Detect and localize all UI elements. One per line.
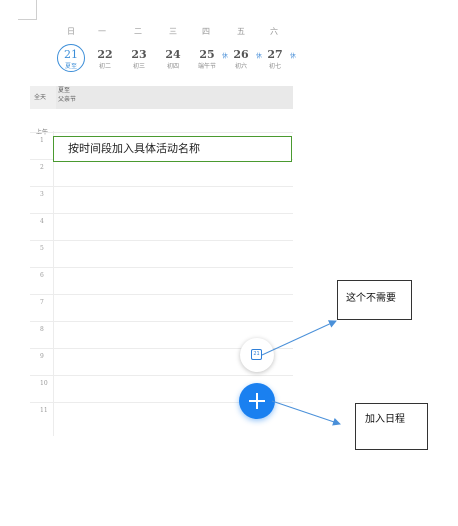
date-cell-23[interactable]: 23 初三 — [123, 48, 155, 71]
hour-label: 9 — [40, 353, 44, 360]
hour-slot[interactable]: 3 — [30, 186, 293, 213]
date-number: 24 — [165, 48, 181, 61]
note-text: 这个不需要 — [346, 293, 396, 304]
date-cell-27[interactable]: 27 休 初七 — [259, 48, 296, 71]
jump-to-today-button[interactable]: 21 — [240, 338, 274, 372]
hour-slot[interactable]: 6 — [30, 267, 293, 294]
hour-label: 8 — [40, 326, 44, 333]
weekday-thu: 四 — [202, 27, 210, 36]
date-number: 26 — [233, 48, 249, 61]
annotation-note-not-needed: 这个不需要 — [337, 280, 412, 320]
all-day-event[interactable]: 夏至 — [56, 86, 293, 95]
date-cell-21[interactable]: 21 夏至 — [55, 44, 87, 72]
hour-label: 3 — [40, 191, 44, 198]
holiday-badge: 休 — [289, 53, 296, 60]
date-cell-25[interactable]: 25 休 端午节 — [191, 48, 228, 71]
date-number: 25 — [199, 48, 215, 61]
hour-slot[interactable]: 7 — [30, 294, 293, 321]
date-number: 27 — [267, 48, 283, 61]
lunar-label: 初四 — [166, 63, 179, 70]
page-corner-mark — [18, 0, 37, 20]
weekday-sun: 日 — [67, 27, 75, 36]
hour-slot[interactable]: 5 — [30, 240, 293, 267]
date-number: 22 — [97, 48, 113, 61]
lunar-label: 初三 — [132, 63, 145, 70]
hour-slot[interactable]: 2 — [30, 159, 293, 186]
weekday-fri: 五 — [237, 27, 245, 36]
date-cell-22[interactable]: 22 初二 — [89, 48, 121, 71]
all-day-row[interactable]: 全天 夏至 父亲节 — [30, 86, 293, 109]
all-day-label: 全天 — [34, 94, 47, 101]
lunar-label: 初六 — [234, 63, 247, 70]
hour-label: 10 — [40, 380, 48, 387]
date-cell-24[interactable]: 24 初四 — [157, 48, 189, 71]
weekday-mon: 一 — [98, 27, 106, 36]
add-event-button[interactable] — [239, 383, 275, 419]
hour-label: 5 — [40, 245, 44, 252]
lunar-label: 初七 — [268, 63, 281, 70]
hour-slot[interactable]: 4 — [30, 213, 293, 240]
all-day-event[interactable]: 父亲节 — [56, 95, 293, 104]
hour-label: 7 — [40, 299, 44, 306]
hour-label: 1 — [40, 137, 44, 144]
date-cell-26[interactable]: 26 休 初六 — [225, 48, 262, 71]
hour-label: 11 — [40, 407, 48, 414]
lunar-label: 初二 — [98, 63, 111, 70]
weekday-tue: 二 — [134, 27, 142, 36]
today-indicator — [57, 44, 85, 72]
calendar-today-icon: 21 — [251, 349, 262, 360]
timed-event-placeholder[interactable]: 按时间段加入具体活动名称 — [53, 136, 292, 162]
weekday-header: 日 一 二 三 四 五 六 — [30, 26, 293, 40]
weekday-sat: 六 — [270, 27, 278, 36]
lunar-label: 端午节 — [197, 63, 216, 70]
hour-label: 4 — [40, 218, 44, 225]
weekday-wed: 三 — [169, 27, 177, 36]
note-text: 加入日程 — [365, 414, 405, 425]
hour-label: 2 — [40, 164, 44, 171]
date-number: 23 — [131, 48, 147, 61]
all-day-events: 夏至 父亲节 — [56, 86, 293, 109]
date-row: 21 夏至 22 初二 23 初三 24 初四 25 休 端午节 26 休 初六… — [30, 44, 296, 84]
hour-label: 6 — [40, 272, 44, 279]
annotation-note-add-schedule: 加入日程 — [355, 403, 428, 450]
event-title: 按时间段加入具体活动名称 — [68, 142, 200, 155]
